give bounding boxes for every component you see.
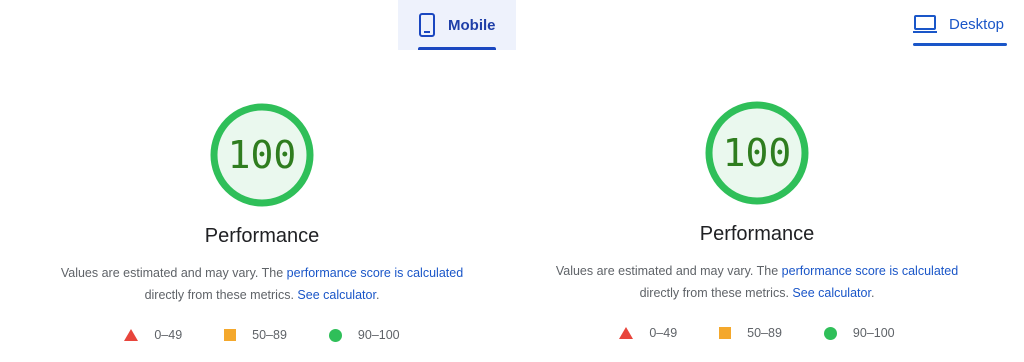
score-legend: 0–49 50–89 90–100 xyxy=(619,326,895,340)
desc-text: Values are estimated and may vary. The xyxy=(555,264,779,278)
laptop-icon xyxy=(913,14,937,34)
pass-circle-icon xyxy=(328,328,342,342)
category-title: Performance xyxy=(204,225,320,247)
legend-pass: 90–100 xyxy=(823,326,895,340)
legend-average: 50–89 xyxy=(224,328,287,342)
desc-end: . xyxy=(870,286,875,300)
score-description: Values are estimated and may vary. The p… xyxy=(42,262,482,306)
desc-text: Values are estimated and may vary. The xyxy=(60,266,284,280)
score-description: Values are estimated and may vary. The p… xyxy=(537,260,977,304)
score-legend: 0–49 50–89 90–100 xyxy=(124,328,400,342)
score-gauge[interactable]: 100 xyxy=(702,98,812,208)
legend-fail: 0–49 xyxy=(619,326,677,340)
score-gauge[interactable]: 100 xyxy=(207,100,317,210)
fail-triangle-icon xyxy=(619,327,634,339)
desc-middle: directly from these metrics. xyxy=(144,288,294,302)
legend-average: 50–89 xyxy=(719,326,782,340)
score-panel-mobile: 100 Performance Values are estimated and… xyxy=(22,100,502,342)
score-calculated-link[interactable]: performance score is calculated xyxy=(782,264,958,278)
score-panel-desktop: 100 Performance Values are estimated and… xyxy=(517,98,997,340)
legend-fail-label: 0–49 xyxy=(649,326,678,340)
tab-desktop-underline xyxy=(913,43,1007,46)
score-calculated-link[interactable]: performance score is calculated xyxy=(287,266,463,280)
average-square-icon xyxy=(224,329,237,341)
tab-mobile-label: Mobile xyxy=(448,16,496,34)
see-calculator-link[interactable]: See calculator xyxy=(792,286,871,300)
fail-triangle-icon xyxy=(124,329,139,341)
see-calculator-link[interactable]: See calculator xyxy=(297,288,376,302)
page: Mobile Desktop 100 Performance Values ar… xyxy=(0,0,1024,362)
legend-pass-label: 90–100 xyxy=(357,328,400,342)
category-title: Performance xyxy=(699,223,815,245)
pass-circle-icon xyxy=(823,326,837,340)
legend-pass-label: 90–100 xyxy=(852,326,895,340)
legend-fail-label: 0–49 xyxy=(154,328,183,342)
legend-average-label: 50–89 xyxy=(252,328,287,342)
score-value: 100 xyxy=(722,131,792,175)
desc-middle: directly from these metrics. xyxy=(639,286,789,300)
active-tab-indicator xyxy=(418,47,496,50)
tab-desktop-label: Desktop xyxy=(949,15,1005,33)
score-value: 100 xyxy=(227,133,297,177)
legend-average-label: 50–89 xyxy=(747,326,782,340)
legend-pass: 90–100 xyxy=(328,328,400,342)
phone-icon xyxy=(418,13,436,37)
legend-fail: 0–49 xyxy=(124,328,182,342)
average-square-icon xyxy=(719,327,732,339)
tab-desktop[interactable]: Desktop xyxy=(913,0,1007,46)
tab-mobile[interactable]: Mobile xyxy=(398,0,516,50)
desc-end: . xyxy=(375,288,380,302)
